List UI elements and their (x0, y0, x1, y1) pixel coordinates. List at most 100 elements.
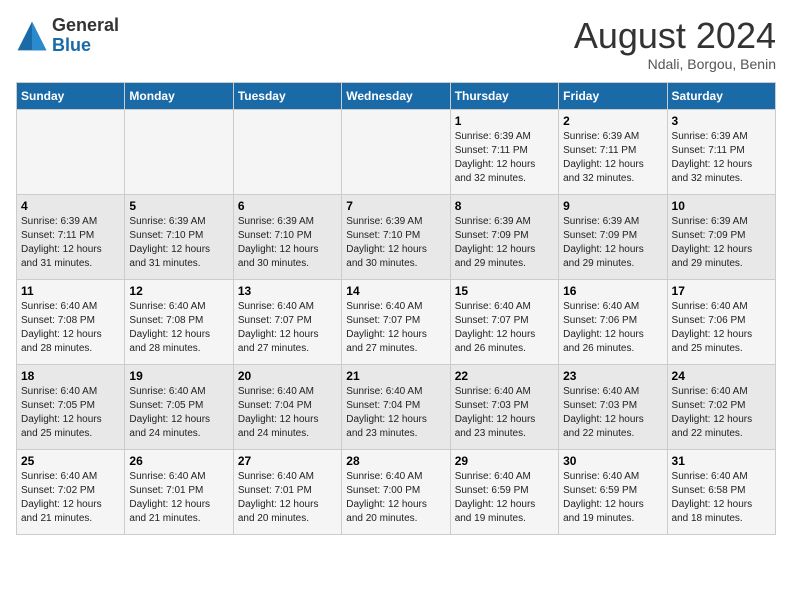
logo: General Blue (16, 16, 119, 56)
calendar-cell: 14Sunrise: 6:40 AM Sunset: 7:07 PM Dayli… (342, 279, 450, 364)
day-number: 15 (455, 284, 554, 298)
calendar-cell: 6 Sunrise: 6:39 AM Sunset: 7:10 PM Daylig… (233, 194, 341, 279)
calendar-week-row: 25Sunrise: 6:40 AM Sunset: 7:02 PM Dayli… (17, 449, 776, 534)
day-info: Sunrise: 6:40 AM Sunset: 7:03 PM Dayligh… (563, 385, 662, 441)
calendar-cell: 8 Sunrise: 6:39 AM Sunset: 7:09 PM Daylig… (450, 194, 558, 279)
day-number: 23 (563, 369, 662, 383)
logo-blue-text: Blue (52, 36, 119, 56)
day-info: Sunrise: 6:40 AM Sunset: 7:06 PM Dayligh… (672, 300, 771, 356)
day-number: 22 (455, 369, 554, 383)
day-info: Sunrise: 6:40 AM Sunset: 7:08 PM Dayligh… (129, 300, 228, 356)
day-info: Sunrise: 6:39 AM Sunset: 7:11 PM Dayligh… (21, 215, 120, 271)
calendar-cell: 16Sunrise: 6:40 AM Sunset: 7:06 PM Dayli… (559, 279, 667, 364)
calendar-cell: 7 Sunrise: 6:39 AM Sunset: 7:10 PM Daylig… (342, 194, 450, 279)
day-number: 12 (129, 284, 228, 298)
calendar-cell: 11 Sunrise: 6:40 AM Sunset: 7:08 PM Dayli… (17, 279, 125, 364)
day-info: Sunrise: 6:40 AM Sunset: 7:08 PM Dayligh… (21, 300, 120, 356)
day-number: 25 (21, 454, 120, 468)
calendar-cell: 3 Sunrise: 6:39 AM Sunset: 7:11 PM Daylig… (667, 109, 775, 194)
calendar-cell: 22 Sunrise: 6:40 AM Sunset: 7:03 PM Dayli… (450, 364, 558, 449)
day-info: Sunrise: 6:40 AM Sunset: 7:05 PM Dayligh… (129, 385, 228, 441)
calendar-cell (17, 109, 125, 194)
day-number: 26 (129, 454, 228, 468)
title-block: August 2024 Ndali, Borgou, Benin (574, 16, 776, 72)
calendar-week-row: 18Sunrise: 6:40 AM Sunset: 7:05 PM Dayli… (17, 364, 776, 449)
day-number: 28 (346, 454, 445, 468)
day-info: Sunrise: 6:40 AM Sunset: 6:58 PM Dayligh… (672, 470, 771, 526)
logo-icon (16, 20, 48, 52)
calendar-cell: 2 Sunrise: 6:39 AM Sunset: 7:11 PM Daylig… (559, 109, 667, 194)
calendar-cell (342, 109, 450, 194)
calendar-cell: 12 Sunrise: 6:40 AM Sunset: 7:08 PM Dayli… (125, 279, 233, 364)
day-info: Sunrise: 6:40 AM Sunset: 7:02 PM Dayligh… (672, 385, 771, 441)
calendar-week-row: 4 Sunrise: 6:39 AM Sunset: 7:11 PM Daylig… (17, 194, 776, 279)
day-info: Sunrise: 6:40 AM Sunset: 7:00 PM Dayligh… (346, 470, 445, 526)
day-number: 2 (563, 114, 662, 128)
day-number: 9 (563, 199, 662, 213)
calendar-cell: 28 Sunrise: 6:40 AM Sunset: 7:00 PM Dayli… (342, 449, 450, 534)
calendar-header-row: SundayMondayTuesdayWednesdayThursdayFrid… (17, 82, 776, 109)
calendar-cell: 18Sunrise: 6:40 AM Sunset: 7:05 PM Dayli… (17, 364, 125, 449)
day-number: 3 (672, 114, 771, 128)
day-info: Sunrise: 6:39 AM Sunset: 7:10 PM Dayligh… (238, 215, 337, 271)
day-number: 31 (672, 454, 771, 468)
day-number: 17 (672, 284, 771, 298)
header-tuesday: Tuesday (233, 82, 341, 109)
calendar-cell: 9 Sunrise: 6:39 AM Sunset: 7:09 PM Daylig… (559, 194, 667, 279)
logo-text: General Blue (52, 16, 119, 56)
day-info: Sunrise: 6:40 AM Sunset: 7:01 PM Dayligh… (129, 470, 228, 526)
calendar-title: August 2024 (574, 16, 776, 56)
day-info: Sunrise: 6:39 AM Sunset: 7:11 PM Dayligh… (563, 130, 662, 186)
day-info: Sunrise: 6:40 AM Sunset: 7:04 PM Dayligh… (346, 385, 445, 441)
day-number: 13 (238, 284, 337, 298)
day-info: Sunrise: 6:39 AM Sunset: 7:10 PM Dayligh… (129, 215, 228, 271)
header-friday: Friday (559, 82, 667, 109)
day-info: Sunrise: 6:39 AM Sunset: 7:09 PM Dayligh… (563, 215, 662, 271)
day-info: Sunrise: 6:40 AM Sunset: 7:07 PM Dayligh… (346, 300, 445, 356)
day-info: Sunrise: 6:39 AM Sunset: 7:11 PM Dayligh… (455, 130, 554, 186)
calendar-cell: 4 Sunrise: 6:39 AM Sunset: 7:11 PM Daylig… (17, 194, 125, 279)
day-number: 4 (21, 199, 120, 213)
day-info: Sunrise: 6:39 AM Sunset: 7:10 PM Dayligh… (346, 215, 445, 271)
calendar-cell: 10Sunrise: 6:39 AM Sunset: 7:09 PM Dayli… (667, 194, 775, 279)
calendar-cell: 31 Sunrise: 6:40 AM Sunset: 6:58 PM Dayli… (667, 449, 775, 534)
day-number: 30 (563, 454, 662, 468)
page-header: General Blue August 2024 Ndali, Borgou, … (16, 16, 776, 72)
day-info: Sunrise: 6:40 AM Sunset: 7:07 PM Dayligh… (238, 300, 337, 356)
location-subtitle: Ndali, Borgou, Benin (574, 56, 776, 72)
day-info: Sunrise: 6:40 AM Sunset: 7:07 PM Dayligh… (455, 300, 554, 356)
day-number: 6 (238, 199, 337, 213)
calendar-cell: 5 Sunrise: 6:39 AM Sunset: 7:10 PM Daylig… (125, 194, 233, 279)
day-number: 5 (129, 199, 228, 213)
calendar-week-row: 11 Sunrise: 6:40 AM Sunset: 7:08 PM Dayli… (17, 279, 776, 364)
header-wednesday: Wednesday (342, 82, 450, 109)
calendar-cell: 1Sunrise: 6:39 AM Sunset: 7:11 PM Daylig… (450, 109, 558, 194)
calendar-cell: 26 Sunrise: 6:40 AM Sunset: 7:01 PM Dayli… (125, 449, 233, 534)
day-number: 8 (455, 199, 554, 213)
day-info: Sunrise: 6:40 AM Sunset: 7:05 PM Dayligh… (21, 385, 120, 441)
day-info: Sunrise: 6:40 AM Sunset: 7:06 PM Dayligh… (563, 300, 662, 356)
calendar-cell: 25Sunrise: 6:40 AM Sunset: 7:02 PM Dayli… (17, 449, 125, 534)
day-info: Sunrise: 6:40 AM Sunset: 6:59 PM Dayligh… (563, 470, 662, 526)
calendar-table: SundayMondayTuesdayWednesdayThursdayFrid… (16, 82, 776, 535)
calendar-cell (125, 109, 233, 194)
day-number: 19 (129, 369, 228, 383)
day-info: Sunrise: 6:39 AM Sunset: 7:09 PM Dayligh… (455, 215, 554, 271)
day-info: Sunrise: 6:39 AM Sunset: 7:11 PM Dayligh… (672, 130, 771, 186)
calendar-cell: 20Sunrise: 6:40 AM Sunset: 7:04 PM Dayli… (233, 364, 341, 449)
calendar-cell: 23 Sunrise: 6:40 AM Sunset: 7:03 PM Dayli… (559, 364, 667, 449)
calendar-cell: 21 Sunrise: 6:40 AM Sunset: 7:04 PM Dayli… (342, 364, 450, 449)
calendar-cell: 29Sunrise: 6:40 AM Sunset: 6:59 PM Dayli… (450, 449, 558, 534)
day-number: 21 (346, 369, 445, 383)
day-info: Sunrise: 6:40 AM Sunset: 7:03 PM Dayligh… (455, 385, 554, 441)
calendar-cell: 24Sunrise: 6:40 AM Sunset: 7:02 PM Dayli… (667, 364, 775, 449)
header-monday: Monday (125, 82, 233, 109)
calendar-cell: 30 Sunrise: 6:40 AM Sunset: 6:59 PM Dayli… (559, 449, 667, 534)
day-number: 20 (238, 369, 337, 383)
day-number: 27 (238, 454, 337, 468)
calendar-cell: 13 Sunrise: 6:40 AM Sunset: 7:07 PM Dayli… (233, 279, 341, 364)
calendar-week-row: 1Sunrise: 6:39 AM Sunset: 7:11 PM Daylig… (17, 109, 776, 194)
day-number: 7 (346, 199, 445, 213)
calendar-cell: 15 Sunrise: 6:40 AM Sunset: 7:07 PM Dayli… (450, 279, 558, 364)
day-number: 11 (21, 284, 120, 298)
